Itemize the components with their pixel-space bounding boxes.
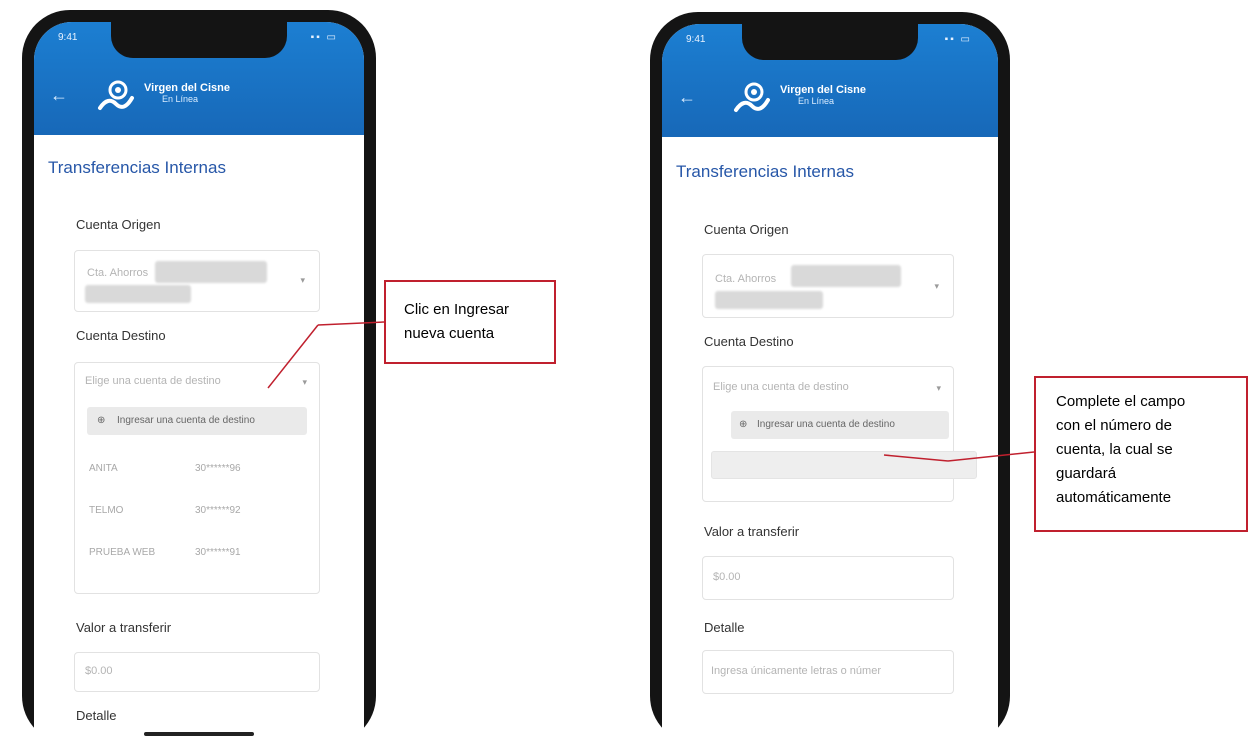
callout-text: cuenta, la cual se — [1056, 441, 1173, 458]
callout-text: Complete el campo — [1056, 393, 1186, 410]
callout-line-right — [883, 454, 949, 462]
callout-text: Clic en Ingresar — [404, 301, 510, 318]
callout-text: automáticamente — [1056, 489, 1172, 506]
callout-line-right — [947, 451, 1035, 462]
callout-text: con el número de — [1056, 417, 1172, 434]
callout-line-left — [317, 321, 385, 326]
callout-line-left — [267, 324, 319, 389]
callout-right: Complete el campo con el número de cuent… — [1034, 376, 1248, 532]
callout-text: nueva cuenta — [404, 325, 495, 342]
callout-text: guardará — [1056, 465, 1117, 482]
callout-lines — [267, 321, 1035, 462]
callout-left: Clic en Ingresar nueva cuenta — [384, 280, 556, 364]
